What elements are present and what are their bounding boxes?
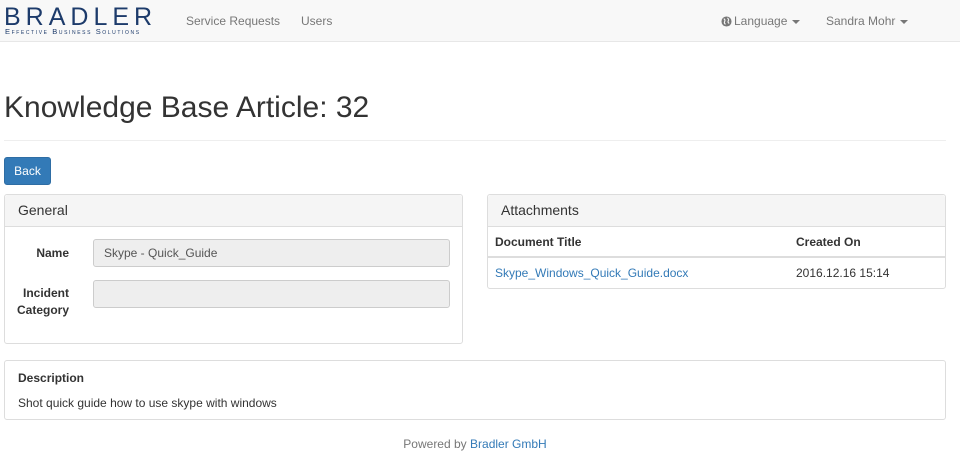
footer: Powered by Bradler GmbH: [0, 437, 950, 451]
attachment-link[interactable]: Skype_Windows_Quick_Guide.docx: [495, 266, 688, 280]
attachments-panel: Attachments Document Title Created On Sk…: [487, 194, 946, 289]
chevron-down-icon: [792, 19, 801, 24]
table-header-divider: [488, 256, 945, 258]
incident-category-field[interactable]: [93, 280, 450, 308]
user-dropdown[interactable]: Sandra Mohr: [826, 0, 909, 42]
column-header-document-title: Document Title: [495, 235, 582, 249]
footer-prefix: Powered by: [403, 437, 467, 451]
footer-company-link[interactable]: Bradler GmbH: [470, 437, 547, 451]
general-panel: General Name Skype - Quick_Guide Inciden…: [4, 194, 463, 344]
brand-tagline: Effective Business Solutions: [5, 27, 141, 36]
user-name: Sandra Mohr: [826, 14, 896, 28]
attachments-panel-heading: Attachments: [488, 195, 945, 227]
divider: [4, 140, 946, 141]
globe-icon: [721, 2, 732, 44]
nav-users[interactable]: Users: [301, 0, 332, 42]
description-panel: Description Shot quick guide how to use …: [4, 360, 946, 420]
column-header-created-on: Created On: [796, 235, 861, 249]
incident-category-label: Incident Category: [5, 285, 69, 319]
navbar: BRADLER Effective Business Solutions Ser…: [0, 0, 960, 42]
chevron-down-icon: [900, 19, 909, 24]
incident-category-label-line1: Incident: [22, 286, 69, 300]
name-label: Name: [36, 246, 69, 260]
description-label: Description: [18, 371, 85, 385]
page-title: Knowledge Base Article: 32: [4, 91, 370, 124]
language-dropdown[interactable]: Language: [721, 0, 801, 44]
description-text: Shot quick guide how to use skype with w…: [18, 396, 277, 410]
general-panel-heading: General: [5, 195, 462, 227]
incident-category-label-line2: Category: [16, 303, 69, 317]
language-label: Language: [734, 14, 788, 28]
attachment-created-on: 2016.12.16 15:14: [796, 266, 890, 280]
brand-logo[interactable]: BRADLER Effective Business Solutions: [4, 2, 164, 38]
name-field[interactable]: Skype - Quick_Guide: [93, 239, 450, 267]
nav-service-requests[interactable]: Service Requests: [186, 0, 280, 42]
back-button[interactable]: Back: [4, 157, 51, 185]
